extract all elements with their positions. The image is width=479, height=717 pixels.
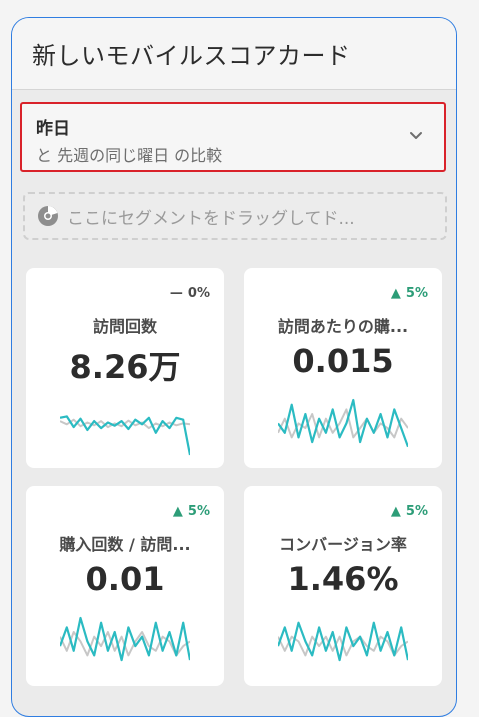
metric-name: 訪問回数: [92, 317, 157, 336]
segment-drop-placeholder: ここにセグメントをドラッグしてド...: [67, 208, 355, 229]
metric-name: 訪問あたりの購...: [277, 317, 409, 336]
metric-value: 0.01: [85, 560, 165, 598]
panel-title: 新しいモバイルスコアカード: [32, 42, 351, 70]
trend-value: 0%: [187, 286, 210, 301]
trend-value: 5%: [405, 286, 428, 301]
metric-card-purchases-per-visit[interactable]: ▲ 5% 購入回数 / 訪問... 0.01: [26, 486, 224, 686]
flat-trend-icon: —: [169, 286, 183, 301]
trend-indicator: — 0%: [170, 286, 210, 301]
segment-icon: [37, 205, 59, 227]
trend-indicator: ▲ 5%: [173, 504, 210, 519]
trend-value: 5%: [405, 504, 428, 519]
sparkline-chart: [60, 415, 190, 456]
segment-drop-zone[interactable]: ここにセグメントをドラッグしてド...: [23, 192, 447, 240]
up-triangle-icon: ▲: [390, 504, 401, 519]
date-range-comparison: と 先週の同じ曜日 の比較: [36, 146, 223, 165]
chevron-down-icon: [410, 132, 422, 139]
metric-value: 8.26万: [69, 348, 181, 386]
up-triangle-icon: ▲: [390, 286, 401, 301]
metric-card-conversion-rate[interactable]: ▲ 5% コンバージョン率 1.46%: [244, 486, 442, 686]
metric-value: 1.46%: [287, 560, 399, 598]
up-triangle-icon: ▲: [172, 504, 183, 519]
date-range-label: 昨日: [36, 119, 70, 139]
metric-name: 購入回数 / 訪問...: [59, 535, 191, 554]
trend-value: 5%: [187, 504, 210, 519]
sparkline-chart: [60, 616, 190, 662]
sparkline-chart: [278, 621, 408, 662]
scorecard-panel: 新しいモバイルスコアカード 昨日 と 先週の同じ曜日 の比較 ここにセグメントを…: [11, 17, 457, 717]
trend-indicator: ▲ 5%: [391, 286, 428, 301]
date-range-selector[interactable]: 昨日 と 先週の同じ曜日 の比較: [20, 102, 446, 172]
metric-name: コンバージョン率: [279, 535, 407, 554]
metric-value: 0.015: [292, 342, 394, 380]
metric-card-visits[interactable]: — 0% 訪問回数 8.26万: [26, 268, 224, 468]
panel-header: 新しいモバイルスコアカード: [12, 18, 456, 90]
metric-card-orders-per-visit[interactable]: ▲ 5% 訪問あたりの購... 0.015: [244, 268, 442, 468]
trend-indicator: ▲ 5%: [391, 504, 428, 519]
sparkline-chart: [278, 398, 408, 448]
